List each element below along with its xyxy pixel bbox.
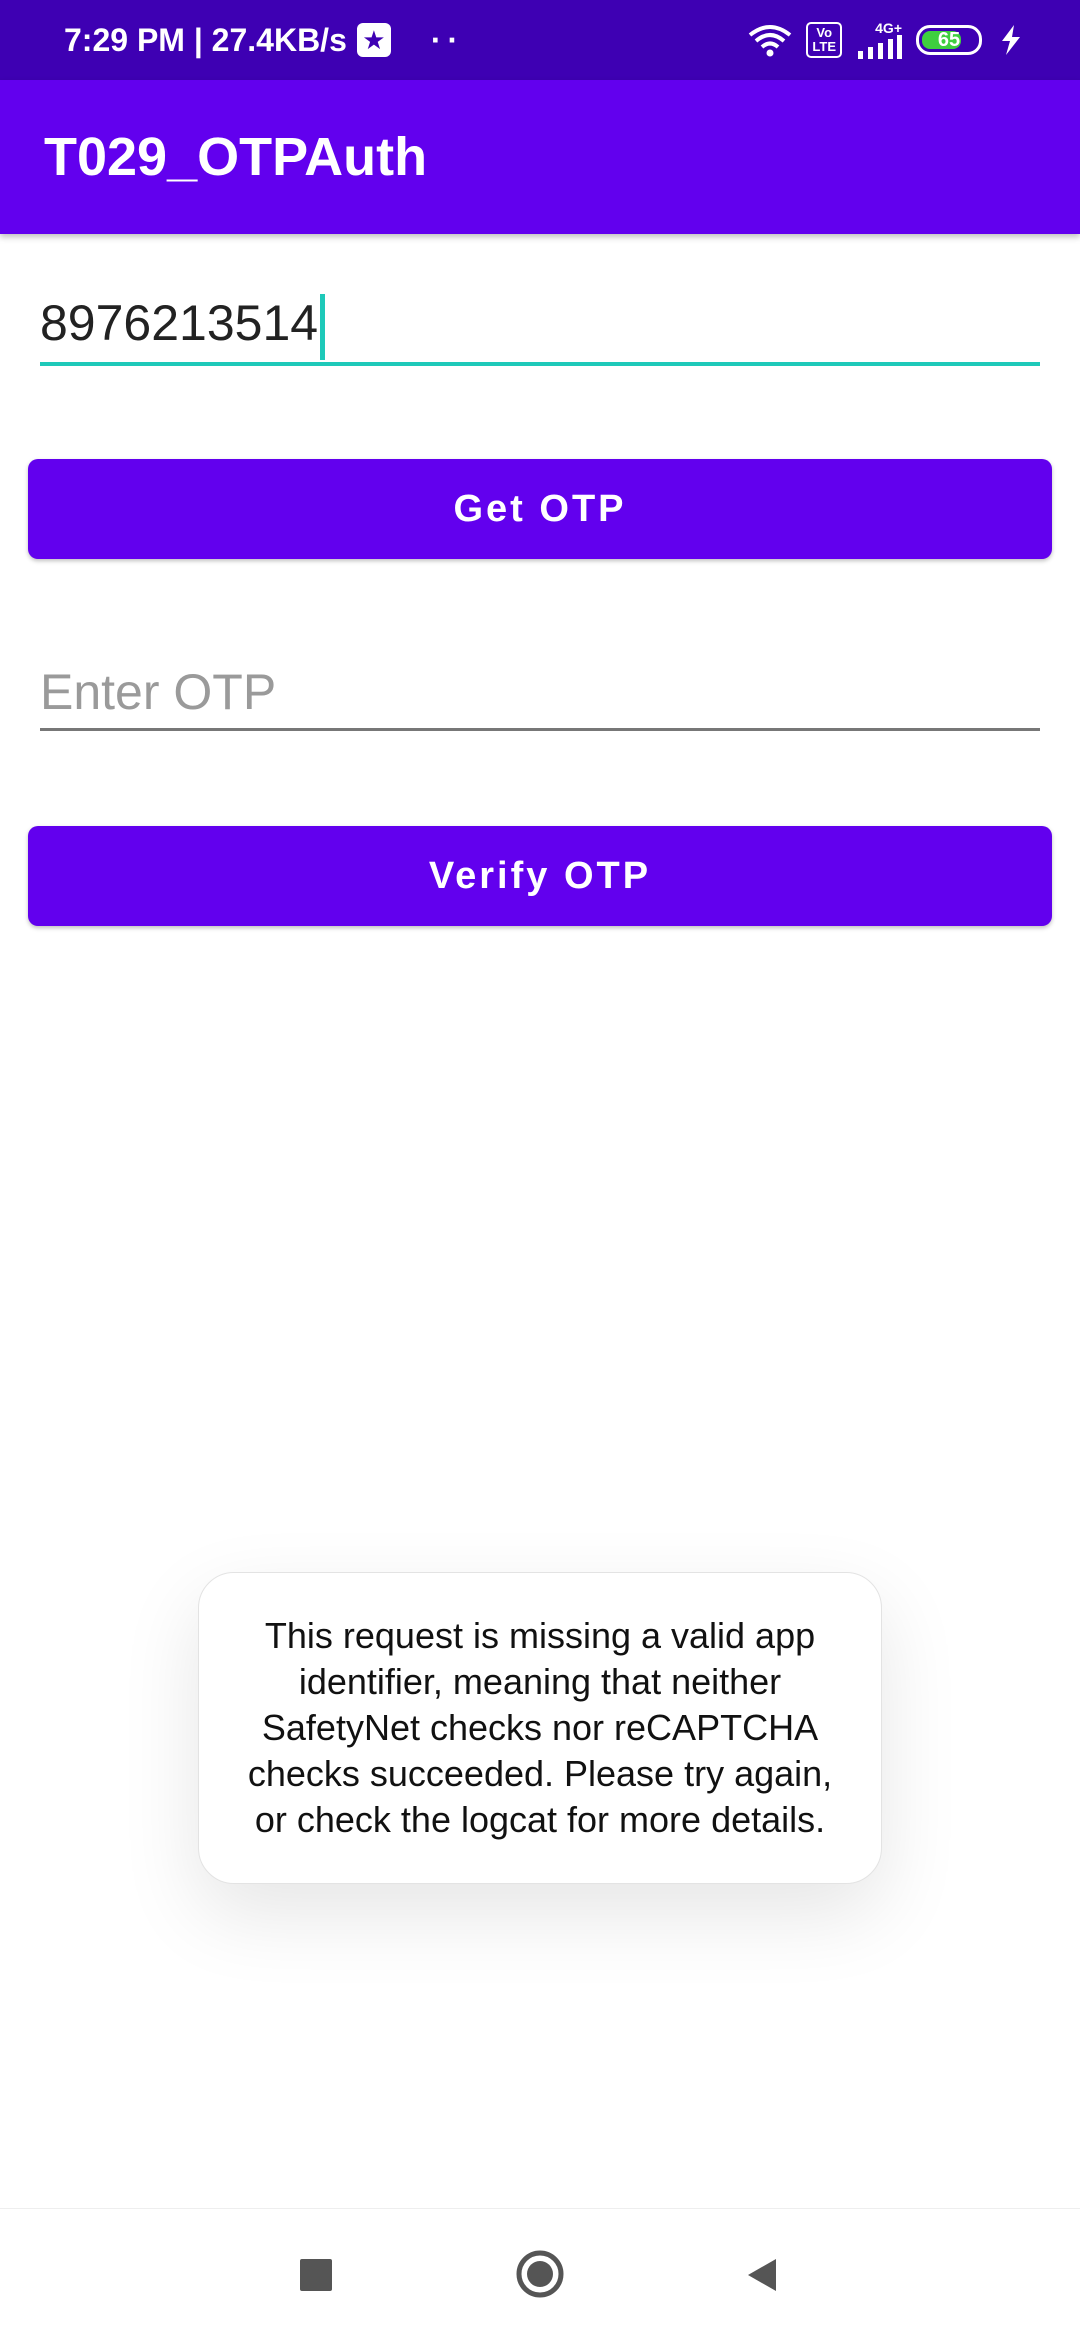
status-left: 7:29 PM | 27.4KB/s ★ ·· xyxy=(64,0,464,80)
signal-icon xyxy=(858,35,902,59)
recents-icon[interactable] xyxy=(300,2259,332,2291)
volte-top-text: Vo xyxy=(816,25,833,40)
status-time-speed: 7:29 PM | 27.4KB/s xyxy=(64,21,347,58)
volte-icon: Vo LTE xyxy=(806,22,842,58)
status-right: Vo LTE 4G+ 65 xyxy=(748,0,1026,80)
otp-placeholder: Enter OTP xyxy=(40,664,277,720)
get-otp-button[interactable]: Get OTP xyxy=(28,459,1052,559)
otp-input[interactable]: Enter OTP xyxy=(40,652,1040,732)
wifi-icon xyxy=(749,25,792,57)
error-toast: This request is missing a valid app iden… xyxy=(198,1572,882,1884)
signal-group: 4G+ xyxy=(856,21,902,59)
status-bar: 7:29 PM | 27.4KB/s ★ ·· Vo LTE 4G+ 65 xyxy=(0,0,1080,80)
battery-icon: 65 xyxy=(916,25,982,55)
navigation-bar xyxy=(0,2208,1080,2341)
otp-underline xyxy=(40,728,1040,731)
phone-number-input[interactable]: 8976213514 xyxy=(40,283,1040,363)
phone-number-underline xyxy=(40,362,1040,366)
charging-icon xyxy=(1002,25,1020,55)
back-icon[interactable] xyxy=(742,2255,782,2295)
app-bar: T029_OTPAuth xyxy=(0,80,1080,234)
text-cursor xyxy=(320,293,326,360)
battery-level: 65 xyxy=(937,28,961,51)
verify-otp-button[interactable]: Verify OTP xyxy=(28,826,1052,926)
phone-number-value: 8976213514 xyxy=(40,295,319,351)
status-dots: ·· xyxy=(430,21,465,58)
app-title: T029_OTPAuth xyxy=(44,127,428,187)
volte-bottom-text: LTE xyxy=(812,39,836,54)
home-icon[interactable] xyxy=(515,2249,565,2299)
star-app-icon: ★ xyxy=(356,23,391,57)
network-type: 4G+ xyxy=(875,20,902,36)
toast-message: This request is missing a valid app iden… xyxy=(247,1615,833,1840)
